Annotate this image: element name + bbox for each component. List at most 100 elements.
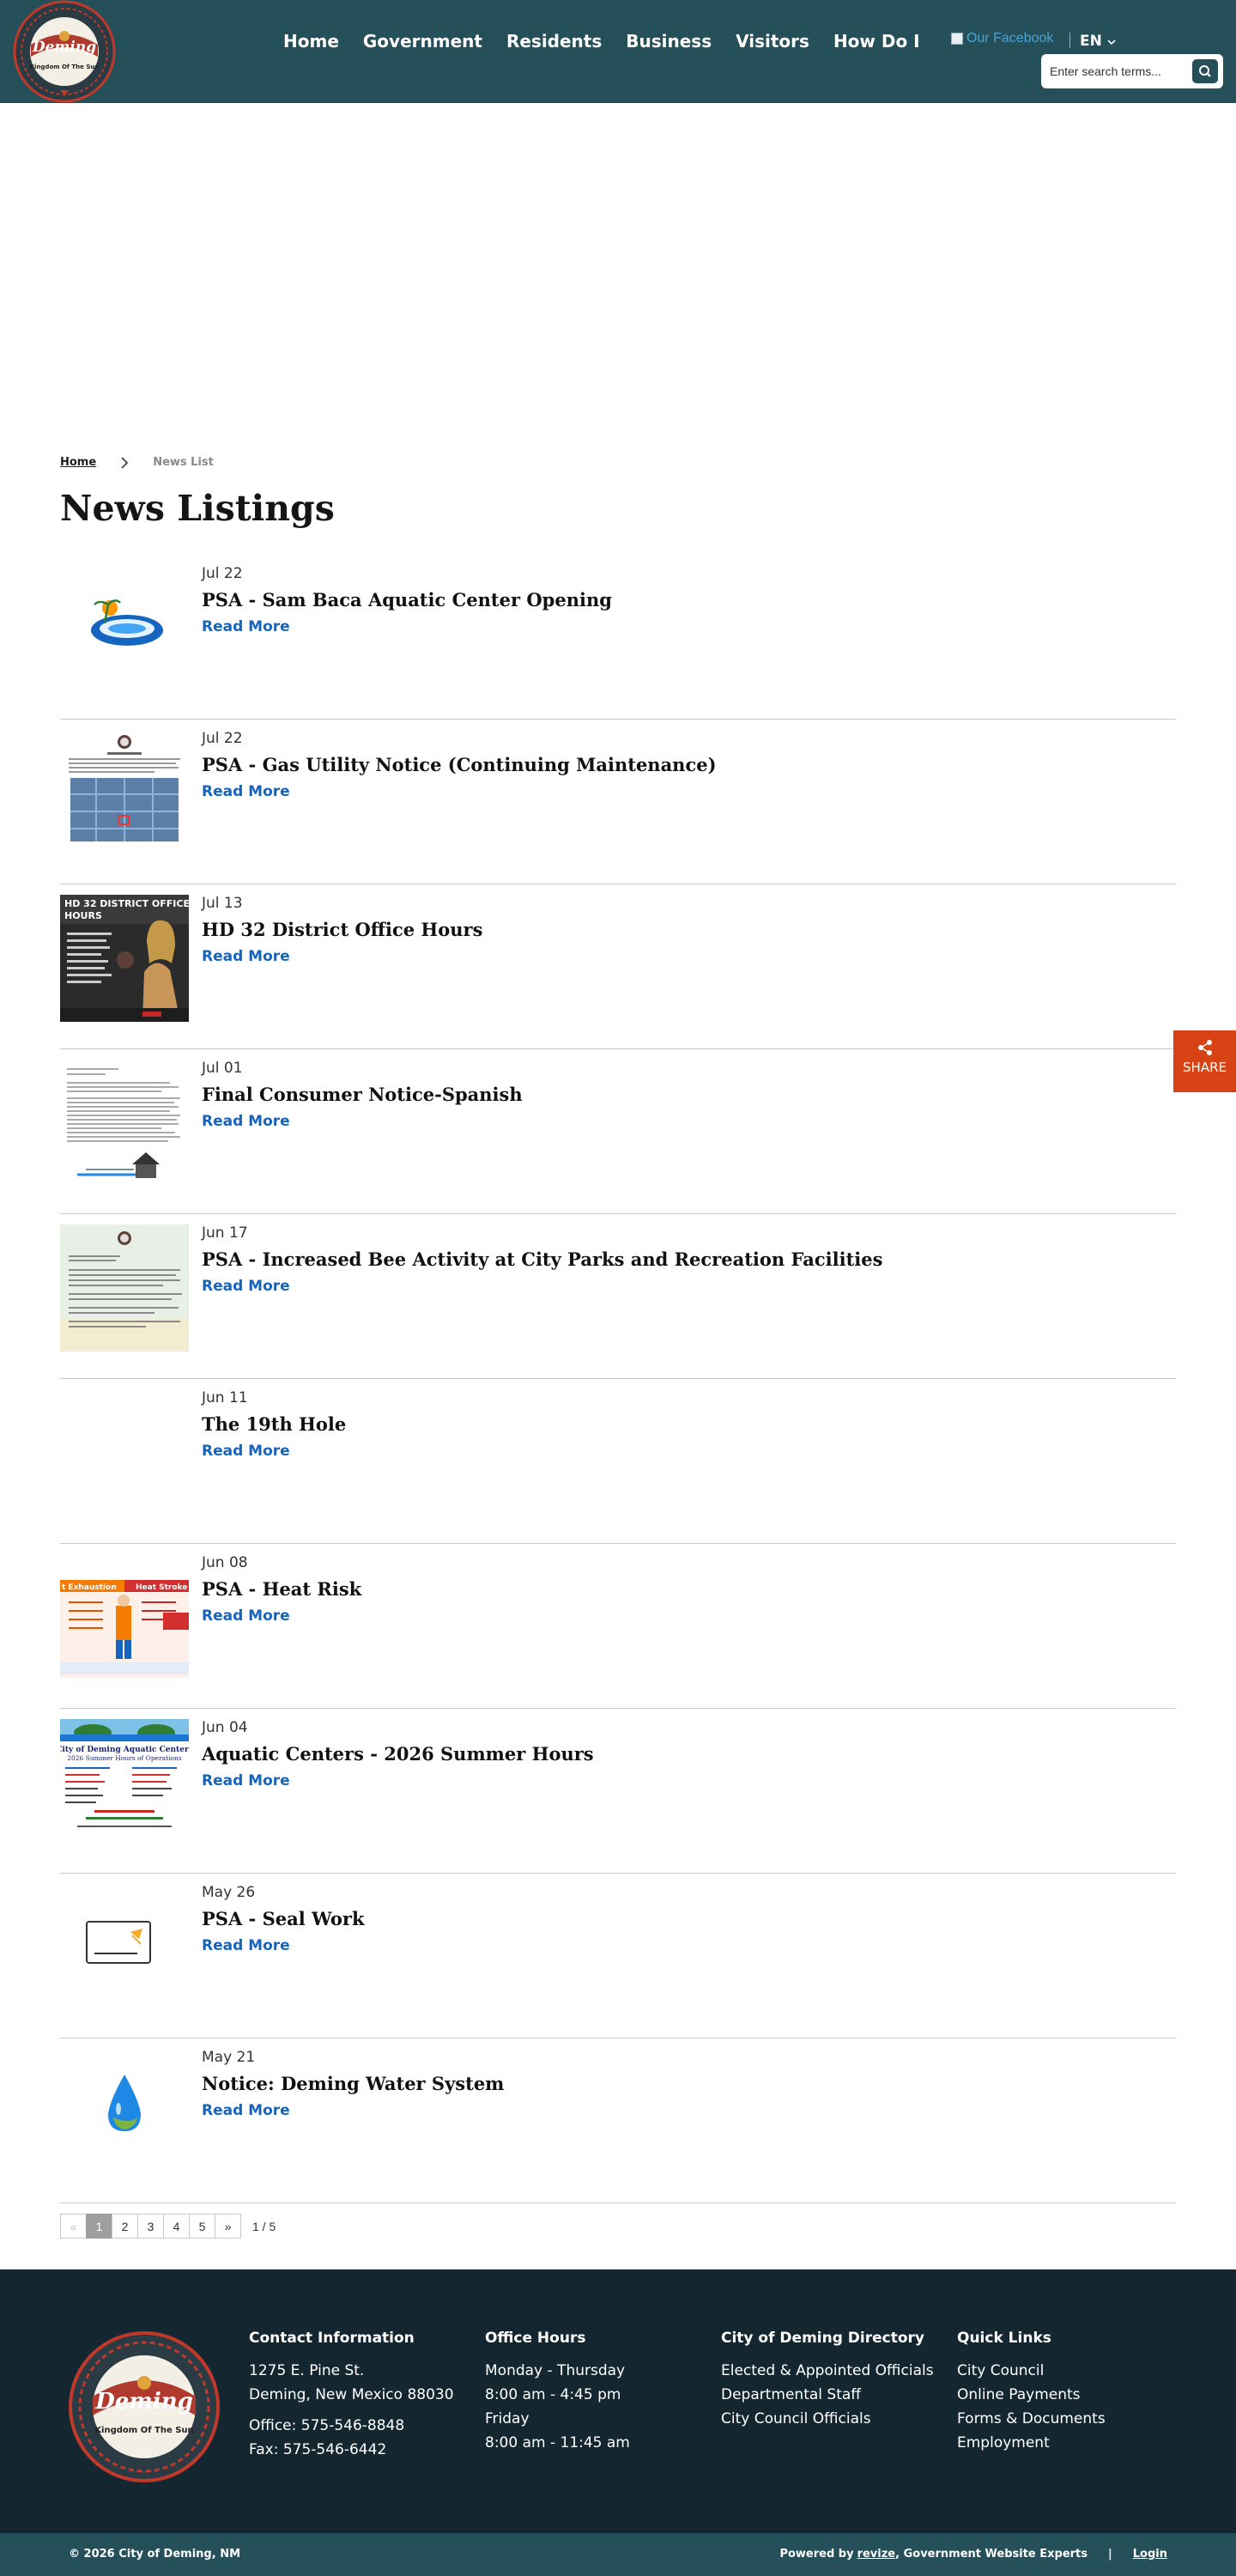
nav-how-do-i[interactable]: How Do I: [833, 31, 920, 52]
nav-home[interactable]: Home: [283, 31, 339, 52]
address-line-2: Deming, New Mexico 88030: [249, 2386, 454, 2403]
pagination: « 1 2 3 4 5 » 1 / 5: [60, 2214, 276, 2239]
news-date: Jul 01: [202, 1060, 243, 1077]
nav-government[interactable]: Government: [363, 31, 482, 52]
news-item: Jul 22 PSA - Sam Baca Aquatic Center Ope…: [60, 555, 1176, 720]
footer-city-logo[interactable]: Deming Kingdom Of The Sun: [67, 2330, 221, 2484]
read-more-link[interactable]: Read More: [202, 1278, 290, 1295]
login-link[interactable]: Login: [1133, 2548, 1167, 2561]
news-title[interactable]: The 19th Hole: [202, 1413, 346, 1435]
language-selector[interactable]: EN: [1080, 33, 1116, 50]
quick-link-forms[interactable]: Forms & Documents: [957, 2407, 1106, 2431]
directory-link-staff[interactable]: Departmental Staff: [721, 2383, 934, 2407]
directory-link-officials[interactable]: Elected & Appointed Officials: [721, 2359, 934, 2383]
quick-link-online-payments[interactable]: Online Payments: [957, 2383, 1106, 2407]
chevron-right-icon: [121, 456, 129, 469]
office-phone[interactable]: Office: 575-546-8848: [249, 2414, 454, 2438]
breadcrumb-home[interactable]: Home: [60, 456, 96, 469]
share-label: SHARE: [1183, 1060, 1227, 1075]
powered-by-prefix: Powered by: [779, 2548, 854, 2561]
address-line-1: 1275 E. Pine St.: [249, 2362, 365, 2379]
bee-activity-notice[interactable]: [60, 1224, 189, 1352]
heat-risk-image[interactable]: t Exhaustion Heat Stroke: [60, 1554, 189, 1681]
read-more-link[interactable]: Read More: [202, 1607, 290, 1625]
chevron-down-icon: [1107, 39, 1116, 46]
page-2-button[interactable]: 2: [112, 2214, 138, 2239]
page-5-button[interactable]: 5: [189, 2214, 215, 2239]
read-more-link[interactable]: Read More: [202, 1443, 290, 1460]
page-4-button[interactable]: 4: [163, 2214, 190, 2239]
news-list: Jul 22 PSA - Sam Baca Aquatic Center Ope…: [60, 555, 1176, 2203]
office-hours-flyer[interactable]: HD 32 DISTRICT OFFICE HOURS: [60, 895, 189, 1022]
svg-text:Deming: Deming: [94, 2389, 193, 2415]
read-more-link[interactable]: Read More: [202, 1113, 290, 1130]
share-button[interactable]: SHARE: [1173, 1030, 1236, 1092]
page-title: News Listings: [60, 488, 335, 529]
svg-text:HD 32 DISTRICT OFFICE: HD 32 DISTRICT OFFICE: [64, 898, 189, 909]
city-logo[interactable]: Deming Kingdom Of The Sun: [12, 0, 117, 103]
aquatic-hours-flyer[interactable]: City of Deming Aquatic Centers 2026 Summ…: [60, 1719, 189, 1846]
news-item: HD 32 DISTRICT OFFICE HOURS Jul 13 HD 32…: [60, 884, 1176, 1049]
page-3-button[interactable]: 3: [137, 2214, 164, 2239]
news-title[interactable]: PSA - Seal Work: [202, 1908, 365, 1929]
consumer-notice-document[interactable]: [60, 1060, 189, 1187]
news-date: Jun 04: [202, 1719, 248, 1736]
language-label: EN: [1080, 33, 1102, 50]
site-header: Deming Kingdom Of The Sun Home Governmen…: [0, 0, 1236, 103]
nav-visitors[interactable]: Visitors: [736, 31, 809, 52]
news-item: Jun 17 PSA - Increased Bee Activity at C…: [60, 1214, 1176, 1379]
quick-link-city-council[interactable]: City Council: [957, 2359, 1106, 2383]
prev-page-button[interactable]: «: [60, 2214, 87, 2239]
pool-icon[interactable]: [60, 565, 189, 692]
news-title[interactable]: PSA - Increased Bee Activity at City Par…: [202, 1249, 882, 1270]
revize-link[interactable]: revize: [857, 2548, 896, 2561]
news-date: May 21: [202, 2049, 256, 2066]
news-date: Jul 22: [202, 565, 243, 582]
read-more-link[interactable]: Read More: [202, 948, 290, 965]
read-more-link[interactable]: Read More: [202, 2102, 290, 2119]
news-item: Jul 22 PSA - Gas Utility Notice (Continu…: [60, 720, 1176, 884]
news-date: Jul 13: [202, 895, 243, 912]
svg-text:Kingdom Of The Sun: Kingdom Of The Sun: [30, 64, 100, 70]
gas-notice-image[interactable]: [60, 730, 189, 857]
news-title[interactable]: Final Consumer Notice-Spanish: [202, 1084, 523, 1105]
copyright: © 2026 City of Deming, NM: [69, 2548, 241, 2561]
news-title[interactable]: Aquatic Centers - 2026 Summer Hours: [202, 1743, 594, 1765]
news-title[interactable]: Notice: Deming Water System: [202, 2073, 504, 2094]
powered-by: Powered by revize, Government Website Ex…: [779, 2548, 1167, 2561]
share-icon: [1197, 1040, 1212, 1055]
facebook-link[interactable]: Our Facebook: [951, 31, 1053, 46]
quick-links: Quick Links City Council Online Payments…: [957, 2330, 1106, 2455]
directory-heading: City of Deming Directory: [721, 2330, 924, 2347]
news-title[interactable]: HD 32 District Office Hours: [202, 919, 482, 940]
news-title[interactable]: PSA - Heat Risk: [202, 1578, 361, 1600]
news-title[interactable]: PSA - Gas Utility Notice (Continuing Mai…: [202, 754, 717, 775]
hours-line: 8:00 am - 4:45 pm: [485, 2386, 621, 2403]
divider: |: [1108, 2548, 1112, 2561]
read-more-link[interactable]: Read More: [202, 1937, 290, 1954]
breadcrumb: Home News List: [60, 456, 214, 469]
news-item: Jun 11 The 19th Hole Read More: [60, 1379, 1176, 1544]
page-1-button[interactable]: 1: [86, 2214, 112, 2239]
public-notice-image[interactable]: [60, 1884, 189, 2011]
directory-link-council[interactable]: City Council Officials: [721, 2407, 934, 2431]
breadcrumb-current: News List: [153, 456, 214, 469]
search-button[interactable]: [1192, 59, 1218, 83]
nav-business[interactable]: Business: [626, 31, 712, 52]
read-more-link[interactable]: Read More: [202, 618, 290, 635]
next-page-button[interactable]: »: [215, 2214, 241, 2239]
fax-number: Fax: 575-546-6442: [249, 2441, 387, 2458]
quick-link-employment[interactable]: Employment: [957, 2431, 1106, 2455]
svg-text:Kingdom Of The Sun: Kingdom Of The Sun: [94, 2426, 193, 2435]
page-count: 1 / 5: [252, 2219, 276, 2233]
svg-text:2026 Summer Hours of Operation: 2026 Summer Hours of Operations: [67, 1754, 182, 1762]
contact-info: Contact Information 1275 E. Pine St. Dem…: [249, 2330, 454, 2462]
news-title[interactable]: PSA - Sam Baca Aquatic Center Opening: [202, 589, 612, 611]
hours-line: 8:00 am - 11:45 am: [485, 2434, 630, 2451]
water-drop-icon[interactable]: [60, 2049, 189, 2176]
nav-residents[interactable]: Residents: [506, 31, 602, 52]
search-input[interactable]: [1050, 63, 1187, 80]
read-more-link[interactable]: Read More: [202, 1772, 290, 1789]
hours-line: Friday: [485, 2410, 530, 2427]
read-more-link[interactable]: Read More: [202, 783, 290, 800]
